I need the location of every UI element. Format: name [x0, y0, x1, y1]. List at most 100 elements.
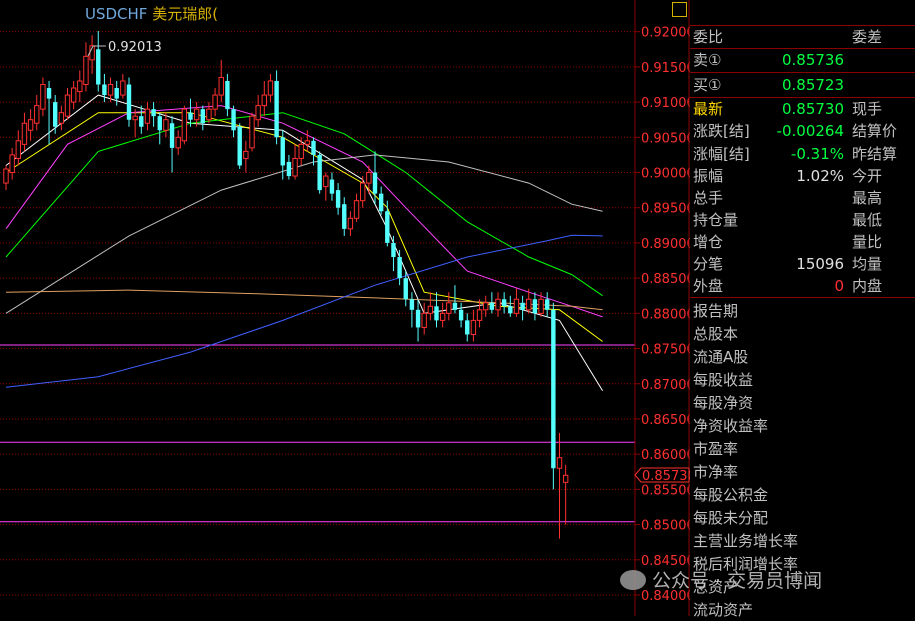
candle [335, 183, 341, 215]
candle [378, 186, 384, 215]
axis-tick-label: 0.89500 [641, 202, 690, 217]
axis-tick-label: 0.88500 [641, 272, 690, 287]
amp-row: 振幅 1.02% 今开 [690, 165, 915, 187]
candle [46, 80, 52, 145]
candle [434, 292, 439, 328]
moving-average-line [5, 112, 603, 297]
fundamental-item: 报告期 [690, 300, 915, 322]
candle [483, 295, 489, 317]
candle [304, 130, 311, 152]
fundamental-item: 每股公积金 [690, 484, 915, 506]
candle [556, 433, 563, 539]
candle [218, 59, 224, 103]
axis-tick-label: 0.86500 [641, 413, 690, 428]
sell-value: 0.85736 [781, 51, 844, 69]
candle [132, 109, 138, 138]
price-chart[interactable]: 0.92000 0.91500 0.91000 0.90500 0.90000 0.895… [0, 0, 690, 616]
candle [532, 292, 538, 321]
axis-tick-label: 0.89000 [641, 237, 690, 252]
axis-tick-label: 0.91000 [641, 96, 690, 111]
candle [34, 95, 40, 131]
candle [144, 102, 151, 131]
candle [126, 77, 132, 127]
fundamental-item: 总股本 [690, 323, 915, 345]
axis-tick-label: 0.86000 [641, 448, 690, 463]
candle [267, 73, 274, 103]
candle [421, 302, 427, 335]
amp-value: 1.02% [796, 167, 844, 185]
vol-ratio-label: 量比 [852, 233, 883, 251]
candle [139, 105, 144, 134]
fundamental-item: 市盈率 [690, 438, 915, 460]
tick-row: 分笔 15096 均量 [690, 253, 915, 275]
corner-toggle-icon[interactable] [672, 2, 687, 17]
oi-row: 持仓量 最低 [690, 209, 915, 231]
xianshou-label: 现手 [852, 100, 883, 118]
axis-tick-label: 0.91500 [641, 61, 690, 76]
sell-row: 卖① 0.85736 [690, 49, 915, 71]
fundamental-item: 流通A股 [690, 346, 915, 368]
candle [513, 288, 520, 317]
tick-label: 分笔 [693, 255, 724, 273]
amp-label: 振幅 [693, 167, 724, 185]
symbol-code: USDCHF [85, 5, 148, 23]
outer-label: 外盘 [693, 277, 724, 295]
fundamental-label: 市净率 [693, 463, 739, 481]
outer-row: 外盘 0 内盘 [690, 275, 915, 297]
candle [415, 299, 421, 342]
volume-label: 总手 [693, 189, 724, 207]
fundamental-label: 流动资产 [693, 601, 754, 619]
oi-add-label: 增仓 [693, 233, 724, 251]
candle [261, 80, 268, 117]
candle [243, 140, 249, 173]
fundamental-item: 净资收益率 [690, 415, 915, 437]
change-value: -0.00264 [776, 122, 844, 140]
candle [311, 137, 316, 166]
candle [169, 116, 175, 173]
price-axis: 0.92000 0.91500 0.91000 0.90500 0.90000 0.895… [635, 26, 690, 604]
candle [501, 292, 507, 314]
candle [206, 102, 212, 124]
candle [391, 235, 396, 272]
watermark-text: 公众号 · 交易员博闻 [652, 570, 823, 592]
candle [40, 77, 46, 117]
fundamental-label: 总股本 [693, 325, 739, 343]
change-row: 涨跌[结] -0.00264 结算价 [690, 120, 915, 142]
oi-label: 持仓量 [693, 211, 739, 229]
candle [77, 70, 83, 103]
tick-value: 15096 [796, 255, 844, 273]
high-label: 最高 [852, 189, 883, 207]
axis-tick-label: 0.92000 [641, 26, 690, 41]
fundamental-label: 净资收益率 [693, 417, 769, 435]
moving-average-line [5, 234, 603, 388]
candle [286, 154, 292, 180]
candle [317, 151, 322, 194]
max-price-label: 0.92013 [108, 40, 162, 55]
axis-tick-label: 0.87500 [641, 343, 690, 358]
fundamental-label: 每股净资 [693, 394, 754, 412]
candle [298, 137, 304, 166]
candle [64, 88, 71, 120]
fundamental-item: 每股净资 [690, 392, 915, 414]
fundamental-item: 流动资产 [690, 599, 915, 621]
buy-label: 买① [693, 76, 722, 94]
fundamental-item: 市净率 [690, 461, 915, 483]
candle [212, 88, 218, 117]
candle [545, 292, 550, 317]
candle [452, 285, 458, 314]
fundamental-item: 每股未分配 [690, 507, 915, 529]
candle [181, 105, 188, 145]
candle [83, 42, 89, 92]
candlesticks [3, 30, 569, 539]
candle [470, 309, 477, 342]
pct-value: -0.31% [790, 145, 844, 163]
moving-average-line [5, 112, 603, 342]
candle [15, 130, 22, 166]
candle [385, 200, 390, 247]
prev-settle-label: 昨结算 [852, 145, 898, 163]
fundamental-label: 每股未分配 [693, 509, 769, 527]
weibi-row: 委比 委差 [690, 26, 915, 48]
buy-value: 0.85723 [781, 76, 844, 94]
inner-label: 内盘 [852, 277, 883, 295]
candle [409, 292, 415, 328]
